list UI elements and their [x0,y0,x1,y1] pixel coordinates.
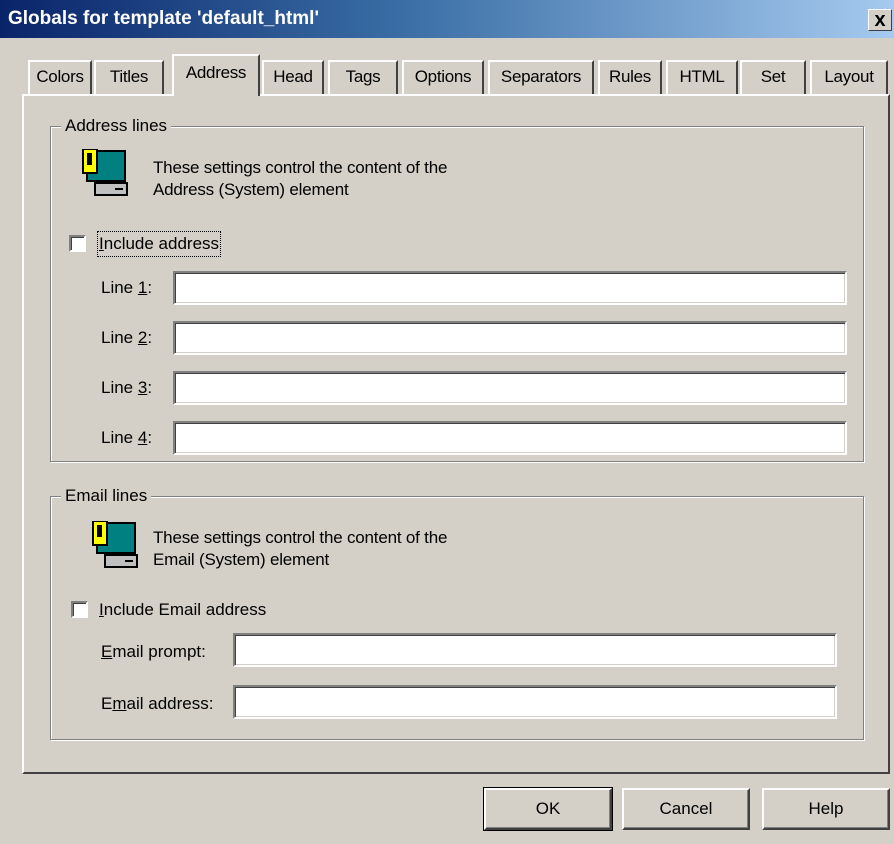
computer-icon [92,521,138,568]
line-4-label: Line 4: [101,428,153,447]
tab-separators[interactable]: Separators [488,60,594,94]
tab-label: Rules [609,67,651,86]
email-prompt-label: Email prompt: [101,642,206,661]
tab-titles[interactable]: Titles [94,60,164,94]
email-prompt-input[interactable] [233,633,837,667]
tab-label: Tags [345,67,381,86]
tab-label: Address [185,63,247,82]
line-3-label: Line 3: [101,378,153,397]
line-2-input[interactable] [173,321,847,355]
address-description: These settings control the content of th… [153,157,447,201]
line-3-input[interactable] [173,371,847,405]
close-button[interactable]: x [868,9,892,31]
address-group-title: Address lines [61,115,172,137]
tab-address[interactable]: Address [172,54,260,96]
close-icon: x [874,9,886,31]
tab-layout[interactable]: Layout [810,60,888,94]
tab-label: Options [414,67,472,86]
include-email-label[interactable]: Include Email address [99,599,266,621]
tab-label: Set [760,67,786,86]
tab-label: Separators [500,67,582,86]
cancel-button[interactable]: Cancel [622,788,750,830]
line-1-label: Line 1: [101,278,153,297]
ok-button[interactable]: OK [483,787,613,831]
address-desc-line2: Address (System) element [153,180,349,199]
address-lines-group: Address lines These settings control the… [50,115,864,462]
address-tab-panel: Address lines These settings control the… [22,94,890,774]
include-address-label[interactable]: Include address [96,231,222,257]
email-address-label: Email address: [101,694,214,713]
tab-set[interactable]: Set [740,60,806,94]
window-title: Globals for template 'default_html' [8,8,319,29]
tab-label: Colors [36,67,84,86]
email-lines-group: Email lines These settings control the c… [50,485,864,740]
cancel-label: Cancel [659,799,713,818]
title-bar: Globals for template 'default_html' x [0,0,894,38]
checkbox-label-text: nclude address [103,234,220,253]
tab-label: Head [273,67,313,86]
email-desc-line1: These settings control the content of th… [153,528,448,547]
help-label: Help [808,799,844,818]
include-email-checkbox[interactable] [71,601,88,618]
line-4-input[interactable] [173,421,847,455]
tab-html[interactable]: HTML [666,60,738,94]
line-2-label: Line 2: [101,328,153,347]
tab-rules[interactable]: Rules [598,60,662,94]
email-description: These settings control the content of th… [153,527,447,571]
tab-label: Layout [824,67,874,86]
dialog-window: Globals for template 'default_html' x Co… [0,0,894,844]
computer-icon [82,149,128,196]
tab-tags[interactable]: Tags [328,60,398,94]
tab-colors[interactable]: Colors [28,60,92,94]
address-desc-line1: These settings control the content of th… [153,158,448,177]
tab-options[interactable]: Options [402,60,484,94]
email-address-input[interactable] [233,685,837,719]
tab-label: HTML [679,67,725,86]
tab-head[interactable]: Head [262,60,324,94]
include-address-checkbox[interactable] [69,235,86,252]
tab-label: Titles [109,67,149,86]
line-1-input[interactable] [173,271,847,305]
ok-label: OK [535,799,561,818]
email-desc-line2: Email (System) element [153,550,330,569]
help-button[interactable]: Help [762,788,890,830]
email-group-title: Email lines [61,485,152,507]
